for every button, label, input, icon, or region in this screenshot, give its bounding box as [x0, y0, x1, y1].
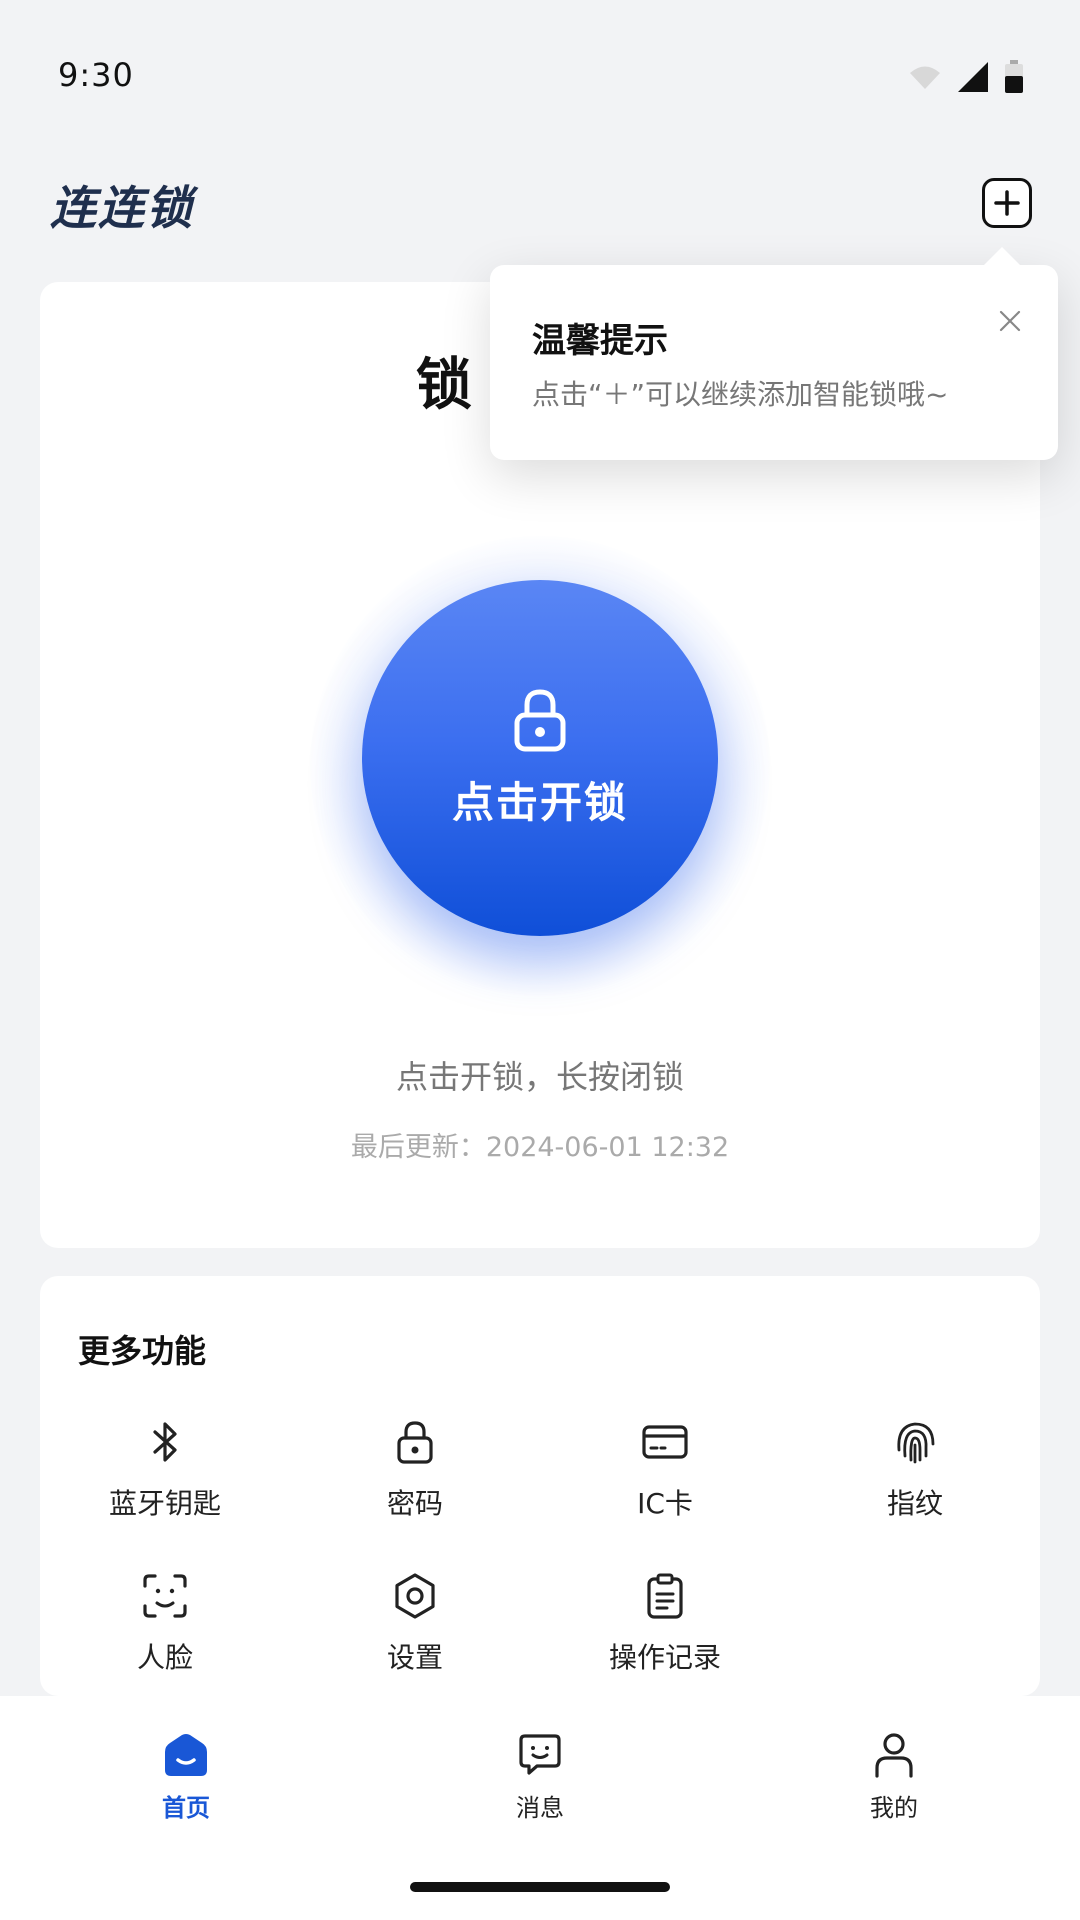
feature-bluetooth-key[interactable]: 蓝牙钥匙	[40, 1416, 290, 1526]
nav-item-messages[interactable]: 消息	[460, 1730, 620, 1823]
nav-label: 我的	[870, 1794, 918, 1822]
wifi-icon	[910, 66, 940, 89]
clipboard-icon	[647, 1573, 683, 1619]
bluetooth-icon	[153, 1422, 177, 1462]
tip-popover: 温馨提示 点击“＋”可以继续添加智能锁哦~	[490, 247, 1058, 460]
feature-label: 蓝牙钥匙	[108, 1487, 221, 1520]
home-indicator	[410, 1882, 670, 1892]
feature-label: 密码	[386, 1487, 443, 1520]
tooltip-title: 温馨提示	[532, 321, 668, 361]
nav-item-profile[interactable]: 我的	[814, 1730, 974, 1823]
unlock-hint: 点击开锁，长按闭锁	[395, 1058, 684, 1096]
tooltip-text: 点击“＋”可以继续添加智能锁哦~	[532, 378, 949, 411]
feature-operation-log[interactable]: 操作记录	[540, 1570, 790, 1680]
status-bar: 9:30	[0, 0, 1080, 150]
feature-label: 操作记录	[608, 1641, 721, 1674]
more-functions-card: 更多功能 蓝牙钥匙 密码 IC卡 指纹 人脸 设置 操作记录	[40, 1276, 1040, 1696]
unlock-label: 点击开锁	[451, 777, 628, 827]
lock-icon	[514, 688, 566, 751]
lock-name: 锁	[416, 353, 472, 418]
status-icons	[908, 60, 1024, 94]
tooltip-arrow	[984, 247, 1020, 265]
last-update-label: 最后更新：	[350, 1132, 486, 1163]
feature-face[interactable]: 人脸	[40, 1570, 290, 1680]
battery-icon	[1005, 60, 1023, 93]
feature-ic-card[interactable]: IC卡	[540, 1416, 790, 1526]
face-scan-icon	[143, 1574, 187, 1618]
feature-password[interactable]: 密码	[290, 1416, 540, 1526]
settings-icon	[395, 1573, 435, 1619]
more-functions-title: 更多功能	[78, 1332, 207, 1370]
feature-fingerprint[interactable]: 指纹	[790, 1416, 1040, 1526]
add-lock-button[interactable]	[982, 178, 1032, 228]
feature-label: IC卡	[637, 1487, 693, 1520]
nav-item-home[interactable]: 首页	[106, 1730, 266, 1823]
plus-icon	[994, 190, 1020, 216]
fingerprint-icon	[897, 1422, 935, 1464]
nav-label: 首页	[162, 1794, 210, 1822]
feature-label: 人脸	[136, 1641, 193, 1674]
last-update-time: 2024-06-01 12:32	[485, 1132, 730, 1163]
message-icon	[519, 1734, 561, 1775]
lock-icon	[397, 1421, 433, 1464]
home-icon	[165, 1734, 207, 1776]
screen: 9:30 连连锁 锁 点击开锁 点击开锁，长按闭锁 最后更新：2024-06-0…	[0, 0, 1080, 1920]
feature-grid: 蓝牙钥匙 密码 IC卡 指纹 人脸 设置 操作记录	[40, 1416, 1040, 1680]
app-title: 连连锁	[50, 181, 194, 235]
tooltip-close-button[interactable]	[990, 301, 1030, 341]
close-icon	[999, 310, 1021, 332]
nav-label: 消息	[516, 1794, 564, 1822]
feature-label: 设置	[386, 1641, 443, 1674]
feature-settings[interactable]: 设置	[290, 1570, 540, 1680]
card-icon	[642, 1425, 688, 1459]
status-time: 9:30	[58, 56, 134, 94]
signal-icon	[958, 62, 988, 92]
last-update: 最后更新：2024-06-01 12:32	[0, 1125, 1080, 1164]
user-icon	[875, 1733, 913, 1778]
unlock-button[interactable]: 点击开锁	[362, 580, 718, 936]
feature-label: 指纹	[886, 1487, 943, 1520]
